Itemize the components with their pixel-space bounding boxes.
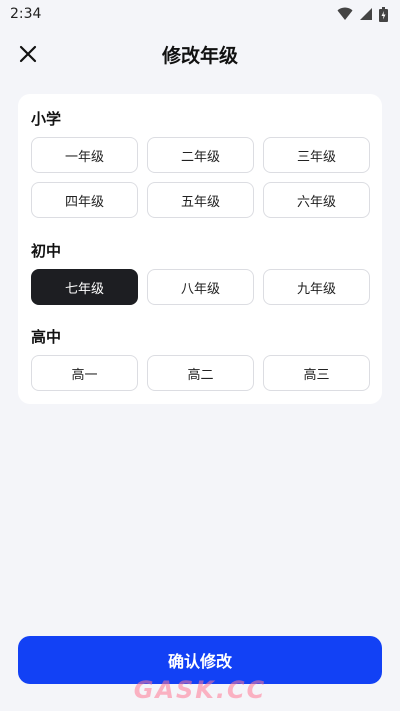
grade-button[interactable]: 三年级 bbox=[263, 137, 370, 173]
grade-grid-high: 高一 高二 高三 bbox=[31, 355, 370, 391]
section-title-middle: 初中 bbox=[31, 242, 62, 260]
signal-icon bbox=[360, 8, 372, 20]
status-time: 2:34 bbox=[10, 6, 42, 22]
grade-button[interactable]: 二年级 bbox=[147, 137, 254, 173]
status-icons bbox=[337, 6, 388, 22]
grade-button[interactable]: 高二 bbox=[147, 355, 254, 391]
grade-button[interactable]: 六年级 bbox=[263, 182, 370, 218]
grade-grid-primary: 一年级 二年级 三年级 四年级 五年级 六年级 bbox=[31, 137, 370, 218]
grade-button[interactable]: 九年级 bbox=[263, 269, 370, 305]
section-title-primary: 小学 bbox=[31, 110, 62, 128]
app-bar: 修改年级 bbox=[0, 28, 400, 80]
grade-grid-middle: 七年级 八年级 九年级 bbox=[31, 269, 370, 305]
grade-button[interactable]: 八年级 bbox=[147, 269, 254, 305]
grade-button[interactable]: 五年级 bbox=[147, 182, 254, 218]
page-title: 修改年级 bbox=[161, 44, 238, 67]
battery-icon bbox=[379, 6, 388, 22]
close-button[interactable] bbox=[14, 40, 42, 68]
close-icon bbox=[19, 45, 37, 63]
watermark: GASK.CC bbox=[133, 676, 267, 704]
status-bar: 2:34 bbox=[0, 0, 400, 28]
wifi-icon bbox=[337, 7, 353, 20]
grade-card: 小学 一年级 二年级 三年级 四年级 五年级 六年级 初中 七年级 八年级 九年… bbox=[18, 94, 382, 404]
grade-button[interactable]: 七年级 bbox=[31, 269, 138, 305]
grade-button[interactable]: 高三 bbox=[263, 355, 370, 391]
section-title-high: 高中 bbox=[31, 328, 62, 346]
grade-button[interactable]: 四年级 bbox=[31, 182, 138, 218]
grade-button[interactable]: 高一 bbox=[31, 355, 138, 391]
grade-button[interactable]: 一年级 bbox=[31, 137, 138, 173]
